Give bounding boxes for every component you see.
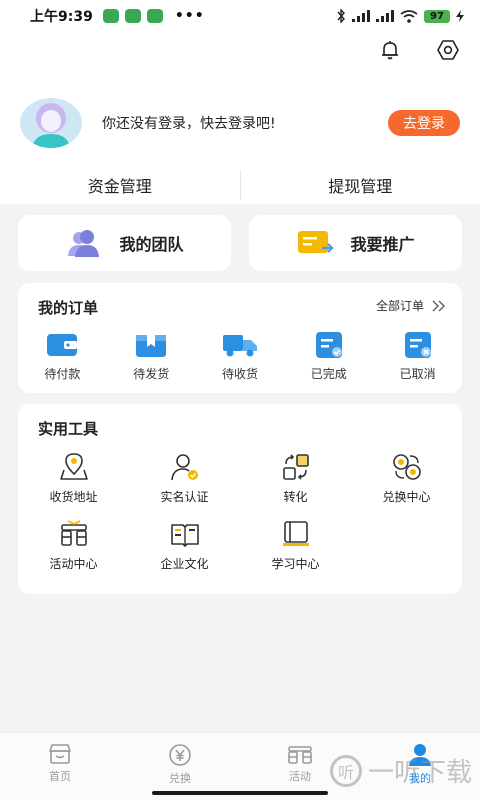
orders-title: 我的订单: [38, 299, 99, 317]
tab-home-label: 首页: [49, 770, 71, 783]
order-pending-receipt[interactable]: 待收货: [196, 331, 285, 382]
truck-icon: [222, 335, 257, 357]
order-completed[interactable]: 已完成: [284, 331, 373, 382]
watermark: 听 一听下载: [329, 752, 472, 789]
login-tip: 你还没有登录，快去登录吧!: [102, 116, 276, 132]
avatar[interactable]: [20, 98, 82, 148]
notification-app-icon: [102, 9, 119, 23]
status-bar: 上午9:39 ••• 97: [0, 0, 480, 32]
book-icon: [170, 524, 199, 547]
tool-convert[interactable]: 转化: [240, 452, 351, 505]
tool-learning-center-label: 学习中心: [271, 557, 320, 571]
home-store-icon: [49, 744, 71, 764]
tab-exchange-label: 兑换: [169, 772, 191, 785]
bluetooth-icon: [337, 9, 345, 23]
order-status-row: 待付款 待发货 待收货 已完成 已取消: [18, 331, 462, 382]
watermark-text: 一听下载: [367, 758, 472, 788]
signal-icon: [376, 10, 394, 22]
status-time: 上午9:39: [30, 9, 93, 25]
fund-management-link[interactable]: 资金管理: [0, 173, 240, 197]
tool-exchange-center[interactable]: 兑换中心: [351, 452, 462, 505]
order-completed-label: 已完成: [310, 367, 347, 381]
location-icon: [59, 453, 88, 480]
package-icon: [136, 335, 167, 357]
tool-real-name-auth[interactable]: 实名认证: [129, 452, 240, 505]
tool-shipping-address-label: 收货地址: [49, 490, 98, 504]
tool-real-name-auth-label: 实名认证: [160, 490, 209, 504]
completed-document-icon: [315, 332, 342, 358]
user-verify-icon: [170, 454, 198, 481]
settings-icon[interactable]: [434, 36, 462, 64]
activity-icon: [60, 520, 87, 546]
tab-home[interactable]: 首页: [0, 733, 120, 800]
study-icon: [282, 521, 309, 546]
withdraw-management-link[interactable]: 提现管理: [241, 173, 480, 197]
promote-card[interactable]: 我要推广: [249, 215, 462, 271]
profile-row: 你还没有登录，快去登录吧! 去登录: [20, 98, 460, 148]
my-team-card[interactable]: 我的团队: [18, 215, 231, 271]
order-pending-payment[interactable]: 待付款: [18, 331, 107, 382]
watermark-logo: 听: [329, 754, 362, 787]
more-notifications-icon: •••: [174, 8, 205, 24]
tool-learning-center[interactable]: 学习中心: [240, 519, 351, 572]
order-pending-shipment[interactable]: 待发货: [107, 331, 196, 382]
notification-app-icon: [124, 9, 141, 23]
promote-icon: [298, 231, 335, 253]
bell-icon[interactable]: [376, 36, 404, 64]
promote-label: 我要推广: [350, 235, 415, 254]
convert-icon: [282, 454, 309, 480]
fund-tabs: 资金管理 提现管理: [0, 166, 480, 204]
order-pending-receipt-label: 待收货: [221, 367, 258, 381]
tools-title: 实用工具: [38, 420, 99, 438]
all-orders-link[interactable]: 全部订单: [376, 297, 446, 314]
activity-tab-icon: [288, 746, 312, 764]
battery-icon: 97: [424, 9, 450, 23]
tool-corporate-culture[interactable]: 企业文化: [129, 519, 240, 572]
status-indicators: 97: [336, 9, 464, 23]
my-team-label: 我的团队: [119, 235, 184, 254]
all-orders-label: 全部订单: [375, 299, 424, 313]
wallet-icon: [47, 334, 78, 356]
exchange-icon: [392, 454, 421, 480]
signal-icon: [352, 10, 370, 22]
charging-icon: [456, 10, 464, 22]
header-actions: [376, 36, 462, 64]
wifi-icon: [400, 9, 418, 23]
tool-exchange-center-label: 兑换中心: [382, 490, 431, 504]
tools-grid: 收货地址 实名认证 转化 兑换中心 活动中心 企业文化 学习中心: [18, 452, 462, 572]
login-button[interactable]: 去登录: [388, 110, 460, 136]
tool-convert-label: 转化: [283, 490, 308, 504]
cancelled-document-icon: [404, 332, 431, 358]
order-pending-shipment-label: 待发货: [133, 367, 170, 381]
home-indicator[interactable]: [152, 791, 328, 795]
tools-card: 实用工具 收货地址 实名认证 转化 兑换中心 活动中心 企业文化 学习中心: [18, 404, 462, 594]
tool-activity-center[interactable]: 活动中心: [18, 519, 129, 572]
order-cancelled-label: 已取消: [399, 367, 436, 381]
header-area: 上午9:39 ••• 97 你还没有登录，快去登录吧! 去登录 资金管理 提现管…: [0, 0, 480, 204]
double-chevron-right-icon: [432, 299, 446, 312]
tool-activity-center-label: 活动中心: [49, 557, 98, 571]
order-cancelled[interactable]: 已取消: [373, 331, 462, 382]
team-icon: [68, 230, 100, 257]
tool-corporate-culture-label: 企业文化: [160, 557, 209, 571]
order-pending-payment-label: 待付款: [44, 367, 81, 381]
orders-card: 我的订单 全部订单 待付款 待发货 待收货 已完成 已取消: [18, 283, 462, 393]
tab-exchange[interactable]: 兑换: [120, 733, 240, 800]
notification-app-icon: [146, 9, 163, 23]
yen-coin-icon: [169, 744, 191, 766]
tab-activity-label: 活动: [289, 770, 311, 783]
tool-shipping-address[interactable]: 收货地址: [18, 452, 129, 505]
